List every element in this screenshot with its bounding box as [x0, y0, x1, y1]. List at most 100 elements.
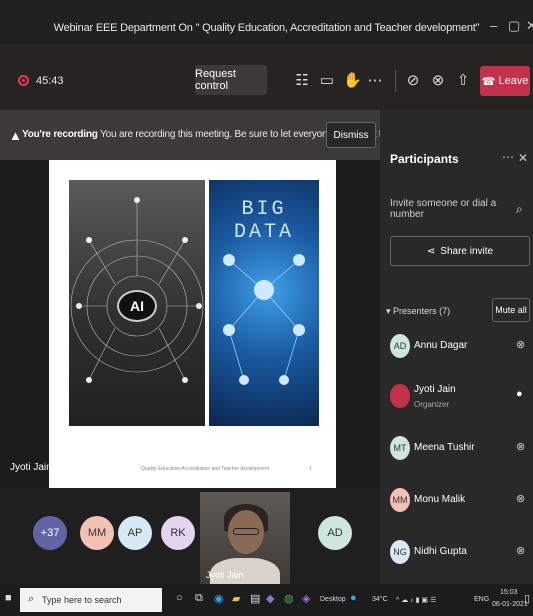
avatar[interactable]: AP	[118, 516, 152, 550]
participant-video-tile[interactable]: Jyoti Jain	[200, 492, 290, 584]
search-icon[interactable]: ⌕	[516, 202, 523, 217]
avatar: AD	[390, 334, 410, 358]
more-options-icon[interactable]: ⋯	[502, 150, 514, 164]
participant-item[interactable]: NG Nidhi Gupta ⊗	[390, 534, 530, 574]
file-explorer-icon[interactable]: ▰	[232, 592, 240, 605]
close-panel-icon[interactable]: ✕	[518, 151, 528, 165]
search-icon: ⌕	[28, 593, 35, 605]
request-control-button[interactable]: Request control	[195, 65, 267, 95]
weather-icon[interactable]: ●	[350, 592, 357, 604]
participant-item[interactable]: MM Monu Malik ⊗	[390, 482, 530, 522]
phone-hangup-icon: ☎	[481, 75, 496, 88]
edge-icon[interactable]: ◉	[214, 592, 224, 605]
share-invite-button[interactable]: ⋖ Share invite	[390, 236, 530, 266]
mic-off-icon[interactable]: ⊗	[516, 492, 525, 505]
mute-all-button[interactable]: Mute all	[492, 298, 530, 322]
participant-item[interactable]: AD Annu Dagar ⊗	[390, 328, 530, 368]
participant-name: Monu Malik	[414, 494, 466, 505]
windows-start-icon[interactable]: ■	[5, 592, 12, 604]
avatar-initials: AD	[327, 527, 343, 539]
store-icon[interactable]: ▤	[250, 592, 260, 605]
leave-label: Leave	[498, 75, 529, 87]
taskbar-search-box[interactable]: ⌕ Type here to search	[20, 588, 162, 612]
camera-off-icon[interactable]: ⊘	[404, 71, 422, 89]
avatar: MT	[390, 436, 410, 460]
maximize-icon[interactable]: ▢	[508, 18, 520, 34]
big-data-image: BIG DATA	[209, 180, 319, 426]
warning-icon: ▲	[9, 128, 22, 143]
panel-title: Participants	[390, 152, 459, 166]
chat-icon[interactable]: ▭	[318, 71, 336, 89]
invite-input[interactable]: Invite someone or dial a number	[390, 194, 530, 224]
avatar-initials: RK	[170, 527, 186, 539]
tray-icons[interactable]: ^ ☁ ♪ ▮ ▣ ☰	[396, 596, 436, 604]
avatar	[390, 384, 410, 408]
raise-hand-icon[interactable]: ✋	[343, 71, 362, 89]
participant-name: Jyoti Jain	[414, 384, 456, 395]
avatar-initials: AP	[127, 527, 143, 539]
mic-off-icon[interactable]: ⊗	[429, 71, 447, 89]
avatar: NG	[390, 540, 410, 564]
video-person-glasses	[233, 528, 259, 535]
teams-icon[interactable]: ◆	[266, 592, 274, 605]
participant-name: Meena Tushir	[414, 442, 475, 453]
avatar-initials: +37	[40, 527, 60, 539]
toolbar-divider	[395, 70, 396, 92]
minimize-icon[interactable]: –	[490, 18, 497, 33]
clock-date: 06-01-2021	[492, 601, 528, 608]
avatar: MM	[390, 488, 410, 512]
slide-caption: Quality Education Accreditation and Teac…	[141, 466, 270, 472]
window-title: Webinar EEE Department On " Quality Educ…	[53, 22, 480, 34]
avatar[interactable]: RK	[161, 516, 195, 550]
language-indicator[interactable]: ENG	[474, 596, 489, 603]
dismiss-button[interactable]: Dismiss	[326, 122, 376, 148]
mic-off-icon[interactable]: ⊗	[516, 440, 525, 453]
whatsapp-icon[interactable]: ◍	[284, 592, 294, 605]
share-tray-icon[interactable]: ⇧	[454, 71, 472, 89]
overflow-participants-avatar[interactable]: +37	[33, 516, 67, 550]
close-icon[interactable]: ✕	[526, 18, 533, 34]
more-actions-icon[interactable]: ⋯	[366, 71, 384, 89]
chevron-down-icon: ▾	[386, 306, 391, 316]
recording-title: You're recording	[22, 129, 98, 140]
notification-icon[interactable]: ▯	[524, 592, 530, 605]
presentation-slide: AI BIG DATA Quality Education Accreditat…	[49, 160, 336, 488]
ai-label: AI	[117, 290, 157, 322]
big-data-network-graphic	[223, 254, 305, 385]
meeting-timer: 45:43	[36, 75, 64, 87]
meeting-toolbar: 45:43 Request control ☷ ▭ ✋ ⋯ ⊘ ⊗ ⇧ ☎ Le…	[0, 44, 533, 110]
avatar[interactable]: AD	[318, 516, 352, 550]
app-icon[interactable]: ◈	[302, 592, 310, 605]
recording-banner: ▲ You're recording You are recording thi…	[0, 110, 421, 160]
mic-on-icon[interactable]: ●	[516, 388, 523, 400]
participant-name: Annu Dagar	[414, 340, 468, 351]
participant-item[interactable]: MT Meena Tushir ⊗	[390, 430, 530, 470]
participant-role: Organizer	[414, 400, 450, 409]
participant-gallery: +37 MM AP RK Jyoti Jain AD	[0, 488, 380, 584]
cortana-icon[interactable]: ○	[176, 592, 183, 604]
leave-button[interactable]: ☎ Leave	[480, 66, 530, 96]
shared-content-stage: AI BIG DATA Quality Education Accreditat…	[0, 160, 380, 488]
task-view-icon[interactable]: ⧉	[195, 592, 203, 605]
windows-taskbar: ■ ⌕ Type here to search ○ ⧉ ◉ ▰ ▤ ◆ ◍ ◈ …	[0, 584, 533, 616]
slide-number: 1	[309, 466, 312, 472]
participant-item[interactable]: Jyoti Jain Organizer ●	[390, 378, 530, 418]
title-bar: Webinar EEE Department On " Quality Educ…	[0, 0, 533, 44]
participants-icon[interactable]: ☷	[293, 71, 311, 89]
presenters-section-label[interactable]: ▾ Presenters (7)	[386, 306, 450, 317]
participants-panel: Participants ⋯ ✕ Invite someone or dial …	[380, 110, 533, 584]
mic-off-icon[interactable]: ⊗	[516, 338, 525, 351]
presenter-name-label: Jyoti Jain	[10, 462, 52, 473]
desktop-toolbar-label[interactable]: Desktop	[320, 596, 346, 603]
video-name-label: Jyoti Jain	[206, 570, 244, 580]
share-icon: ⋖	[426, 245, 436, 257]
avatar-initials: MM	[87, 527, 107, 539]
temperature-label[interactable]: 34°C	[372, 596, 388, 603]
recording-indicator-icon	[18, 75, 29, 86]
search-placeholder: Type here to search	[42, 595, 122, 605]
mic-off-icon[interactable]: ⊗	[516, 544, 525, 557]
share-invite-label: Share invite	[440, 245, 494, 257]
clock-time: 15:03	[500, 589, 518, 596]
participant-name: Nidhi Gupta	[414, 546, 467, 557]
avatar[interactable]: MM	[80, 516, 114, 550]
